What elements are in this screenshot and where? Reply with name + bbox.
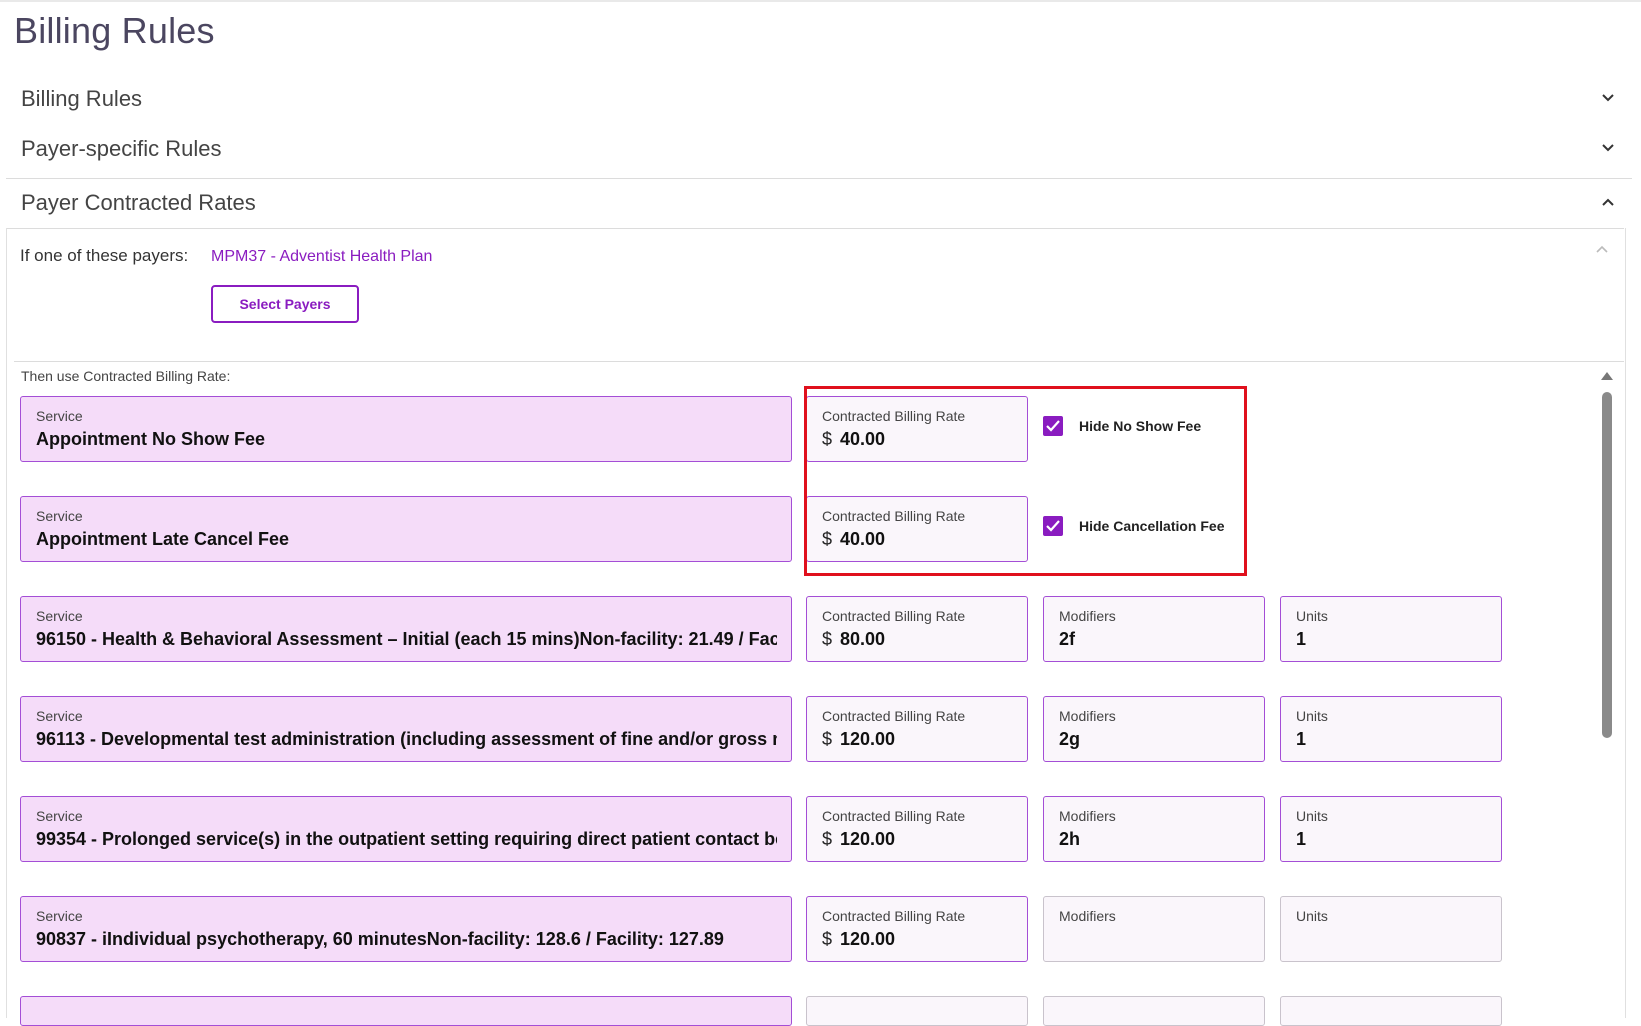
service-value: 96113 - Developmental test administratio… bbox=[36, 729, 777, 749]
contracted-rate-field[interactable]: Contracted Billing Rate $120.00 bbox=[806, 896, 1028, 962]
checkmark-icon bbox=[1046, 420, 1060, 432]
service-value: Appointment Late Cancel Fee bbox=[36, 529, 290, 549]
field-label: Modifiers bbox=[1059, 908, 1116, 924]
service-field[interactable]: Service Appointment No Show Fee bbox=[20, 396, 792, 462]
field-label: Service bbox=[36, 608, 83, 624]
rate-value: 40.00 bbox=[840, 429, 886, 449]
service-value: 99354 - Prolonged service(s) in the outp… bbox=[36, 829, 777, 849]
checkmark-icon bbox=[1046, 520, 1060, 532]
field-label: Modifiers bbox=[1059, 808, 1116, 824]
field-label: Service bbox=[36, 708, 83, 724]
units-field[interactable]: Units 1 bbox=[1280, 596, 1502, 662]
field-label: Service bbox=[36, 408, 83, 424]
hide-no-show-fee-checkbox[interactable] bbox=[1043, 416, 1063, 436]
accordion-billing-rules[interactable]: Billing Rules bbox=[6, 74, 1632, 124]
currency-symbol: $ bbox=[822, 929, 833, 949]
accordion-label: Payer Contracted Rates bbox=[21, 190, 256, 215]
rate-value: 120.00 bbox=[840, 929, 896, 949]
rate-value: 120.00 bbox=[840, 829, 896, 849]
field-label: Service bbox=[36, 908, 83, 924]
currency-symbol: $ bbox=[822, 729, 833, 749]
rate-value: 80.00 bbox=[840, 629, 886, 649]
modifiers-field[interactable]: Modifiers bbox=[1043, 896, 1265, 962]
field-label: Contracted Billing Rate bbox=[822, 908, 966, 924]
contracted-rate-field[interactable]: Contracted Billing Rate $40.00 bbox=[806, 396, 1028, 462]
units-field[interactable]: Units 1 bbox=[1280, 696, 1502, 762]
field-label: Modifiers bbox=[1059, 608, 1116, 624]
top-divider bbox=[0, 0, 1641, 2]
accordion-label: Billing Rules bbox=[21, 86, 143, 111]
currency-symbol: $ bbox=[822, 829, 833, 849]
field-label: Contracted Billing Rate bbox=[822, 508, 966, 524]
contracted-rate-field-partial[interactable] bbox=[806, 996, 1028, 1026]
modifiers-field[interactable]: Modifiers 2h bbox=[1043, 796, 1265, 862]
modifiers-value: 2h bbox=[1059, 829, 1081, 849]
service-value: Appointment No Show Fee bbox=[36, 429, 265, 449]
service-value: 96150 - Health & Behavioral Assessment –… bbox=[36, 629, 777, 649]
service-field[interactable]: Service 96113 - Developmental test admin… bbox=[20, 696, 792, 762]
service-value: 90837 - iIndividual psychotherapy, 60 mi… bbox=[36, 929, 724, 949]
modifiers-field[interactable]: Modifiers 2g bbox=[1043, 696, 1265, 762]
modifiers-value: 2f bbox=[1059, 629, 1076, 649]
contracted-rate-field[interactable]: Contracted Billing Rate $120.00 bbox=[806, 796, 1028, 862]
field-label: Units bbox=[1296, 608, 1328, 624]
field-label: Contracted Billing Rate bbox=[822, 608, 966, 624]
chevron-down-icon bbox=[1602, 144, 1614, 152]
field-label: Units bbox=[1296, 808, 1328, 824]
accordion-payer-contracted-rates[interactable]: Payer Contracted Rates bbox=[6, 178, 1632, 228]
units-field-partial[interactable] bbox=[1280, 996, 1502, 1026]
service-field-partial[interactable] bbox=[20, 996, 792, 1026]
hide-cancellation-fee-checkbox[interactable] bbox=[1043, 516, 1063, 536]
service-field[interactable]: Service 96150 - Health & Behavioral Asse… bbox=[20, 596, 792, 662]
field-label: Contracted Billing Rate bbox=[822, 708, 966, 724]
service-field[interactable]: Service Appointment Late Cancel Fee bbox=[20, 496, 792, 562]
modifiers-field[interactable]: Modifiers 2f bbox=[1043, 596, 1265, 662]
currency-symbol: $ bbox=[822, 429, 833, 449]
field-label: Modifiers bbox=[1059, 708, 1116, 724]
selected-payer-link[interactable]: MPM37 - Adventist Health Plan bbox=[211, 248, 432, 266]
contracted-rate-field[interactable]: Contracted Billing Rate $80.00 bbox=[806, 596, 1028, 662]
scrollbar-thumb[interactable] bbox=[1602, 392, 1612, 738]
units-field[interactable]: Units 1 bbox=[1280, 796, 1502, 862]
page-title: Billing Rules bbox=[14, 10, 215, 51]
hide-no-show-fee-label: Hide No Show Fee bbox=[1079, 418, 1202, 434]
field-label: Units bbox=[1296, 908, 1328, 924]
field-label: Contracted Billing Rate bbox=[822, 808, 966, 824]
modifiers-field-partial[interactable] bbox=[1043, 996, 1265, 1026]
units-field[interactable]: Units bbox=[1280, 896, 1502, 962]
accordion-label: Payer-specific Rules bbox=[21, 136, 222, 161]
contracted-rate-field[interactable]: Contracted Billing Rate $120.00 bbox=[806, 696, 1028, 762]
currency-symbol: $ bbox=[822, 529, 833, 549]
currency-symbol: $ bbox=[822, 629, 833, 649]
divider bbox=[14, 361, 1624, 362]
rate-value: 120.00 bbox=[840, 729, 896, 749]
payer-condition-label: If one of these payers: bbox=[20, 246, 189, 265]
select-payers-button[interactable]: Select Payers bbox=[211, 285, 359, 323]
contracted-rate-field[interactable]: Contracted Billing Rate $40.00 bbox=[806, 496, 1028, 562]
chevron-up-icon bbox=[1602, 198, 1614, 206]
modifiers-value: 2g bbox=[1059, 729, 1081, 749]
rate-value: 40.00 bbox=[840, 529, 886, 549]
chevron-down-icon bbox=[1602, 94, 1614, 102]
chevron-up-icon[interactable] bbox=[1593, 240, 1611, 258]
then-use-label: Then use Contracted Billing Rate: bbox=[21, 368, 231, 384]
service-field[interactable]: Service 90837 - iIndividual psychotherap… bbox=[20, 896, 792, 962]
hide-cancellation-fee-label: Hide Cancellation Fee bbox=[1079, 518, 1225, 534]
triangle-up-icon[interactable] bbox=[1600, 370, 1614, 382]
field-label: Units bbox=[1296, 708, 1328, 724]
field-label: Service bbox=[36, 508, 83, 524]
units-value: 1 bbox=[1296, 729, 1307, 749]
accordion-payer-specific-rules[interactable]: Payer-specific Rules bbox=[6, 124, 1632, 174]
service-field[interactable]: Service 99354 - Prolonged service(s) in … bbox=[20, 796, 792, 862]
field-label: Contracted Billing Rate bbox=[822, 408, 966, 424]
units-value: 1 bbox=[1296, 629, 1307, 649]
field-label: Service bbox=[36, 808, 83, 824]
units-value: 1 bbox=[1296, 829, 1307, 849]
